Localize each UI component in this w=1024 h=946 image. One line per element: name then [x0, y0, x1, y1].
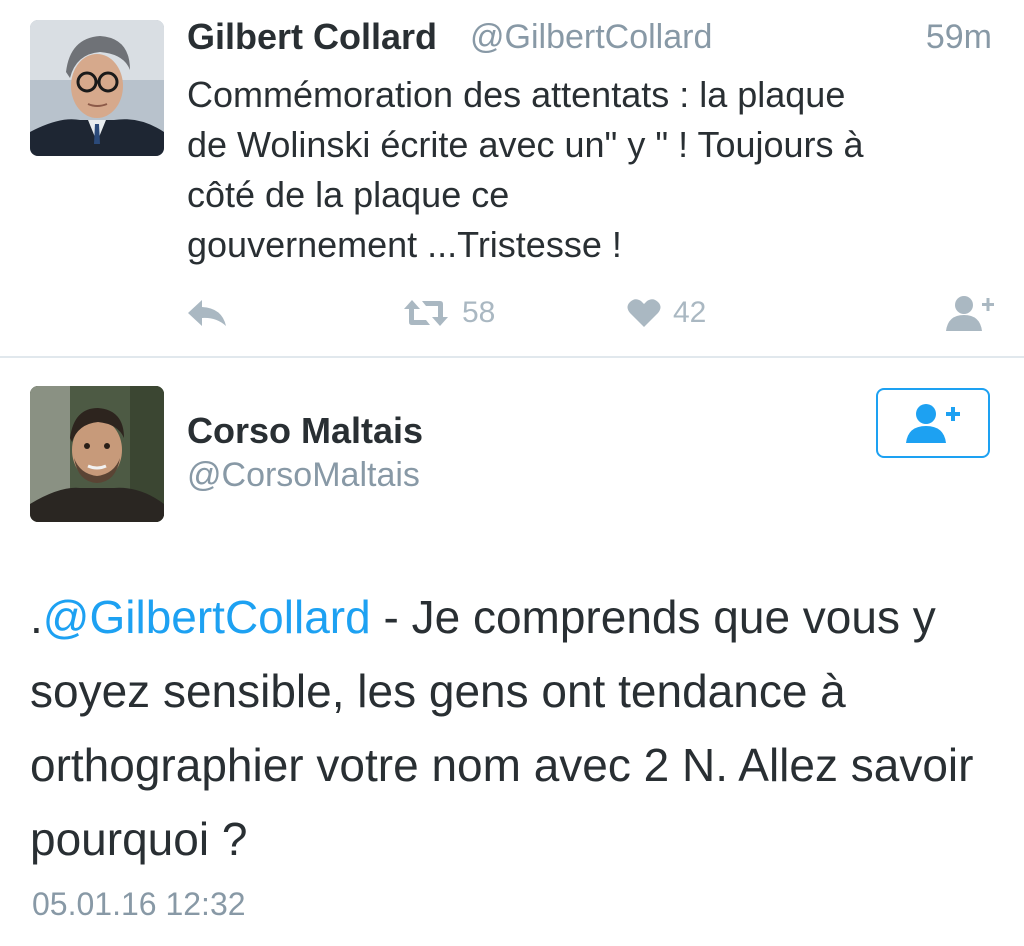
tweet-author-handle[interactable]: @CorsoMaltais — [187, 456, 420, 495]
heart-icon — [627, 299, 661, 327]
reply-icon — [188, 300, 226, 326]
mention-link[interactable]: @GilbertCollard — [43, 591, 371, 643]
tweet-actions: 58 42 — [0, 288, 1024, 338]
follow-user-icon — [946, 296, 994, 331]
profile-photo — [30, 20, 164, 156]
tweet-text-prefix: . — [30, 591, 43, 643]
avatar[interactable] — [30, 20, 164, 156]
tweet-timestamp: 59m — [925, 18, 992, 56]
reply-button[interactable] — [186, 288, 228, 338]
like-button[interactable]: 42 — [627, 288, 706, 338]
like-count: 42 — [673, 296, 707, 329]
retweet-count: 58 — [462, 296, 496, 329]
follow-user-icon — [906, 404, 960, 443]
tweet-author-name[interactable]: Corso Maltais — [187, 410, 423, 452]
avatar[interactable] — [30, 386, 164, 522]
profile-photo — [30, 386, 164, 522]
retweet-button[interactable]: 58 — [402, 288, 495, 338]
tweet-author-handle[interactable]: @GilbertCollard — [470, 18, 712, 57]
tweet-gilbert-collard[interactable]: Gilbert Collard @GilbertCollard 59m Comm… — [0, 0, 1024, 356]
follow-button[interactable] — [876, 388, 990, 458]
tweet-text: .@GilbertCollard - Je comprends que vous… — [30, 580, 1000, 876]
retweet-icon — [404, 300, 448, 326]
tweet-date: 05.01.16 12:32 — [32, 886, 246, 922]
divider — [0, 356, 1024, 358]
tweet-author-name[interactable]: Gilbert Collard — [187, 16, 437, 58]
tweet-thread: Gilbert Collard @GilbertCollard 59m Comm… — [0, 0, 1024, 946]
tweet-text: Commémoration des attentats : la plaque … — [187, 74, 864, 265]
follow-button-small[interactable] — [944, 288, 996, 338]
